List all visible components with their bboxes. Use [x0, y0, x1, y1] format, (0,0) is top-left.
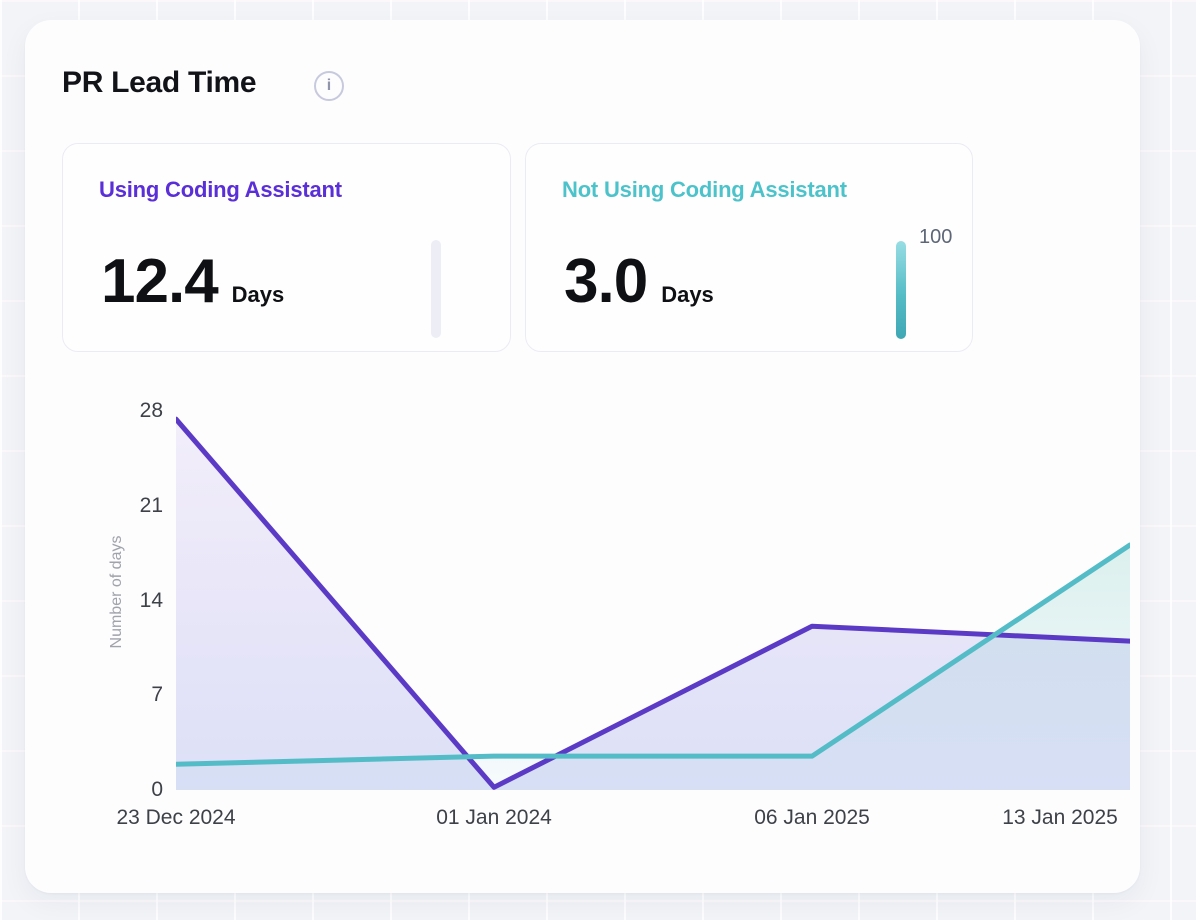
x-tick-label: 06 Jan 2025	[754, 806, 870, 830]
x-tick-label: 23 Dec 2024	[116, 806, 235, 830]
y-axis-ticks: 0 7 14 21 28	[25, 20, 163, 893]
info-icon-glyph: i	[327, 77, 331, 95]
y-tick-label: 14	[103, 590, 163, 612]
lead-time-chart[interactable]	[176, 411, 1130, 790]
stat-label: Not Using Coding Assistant	[562, 177, 847, 203]
gauge-bar-empty	[431, 240, 441, 338]
x-axis-ticks: 23 Dec 2024 01 Jan 2024 06 Jan 2025 13 Jan …	[25, 806, 1140, 832]
stat-value: 3.0	[564, 246, 647, 317]
stat-card-not-using-assistant: Not Using Coding Assistant 3.0 Days 100	[525, 143, 973, 352]
x-tick-label: 13 Jan 2025	[1002, 806, 1118, 830]
stat-unit: Days	[232, 282, 285, 308]
gauge-value-label: 100	[919, 226, 952, 249]
stat-unit: Days	[661, 282, 714, 308]
y-tick-label: 0	[103, 779, 163, 801]
info-icon[interactable]: i	[314, 71, 344, 101]
y-tick-label: 21	[103, 495, 163, 517]
y-tick-label: 28	[103, 400, 163, 422]
y-tick-label: 7	[103, 684, 163, 706]
x-tick-label: 01 Jan 2024	[436, 806, 552, 830]
pr-lead-time-card: PR Lead Time i Using Coding Assistant 12…	[25, 20, 1140, 893]
gauge-bar-filled	[896, 241, 906, 339]
